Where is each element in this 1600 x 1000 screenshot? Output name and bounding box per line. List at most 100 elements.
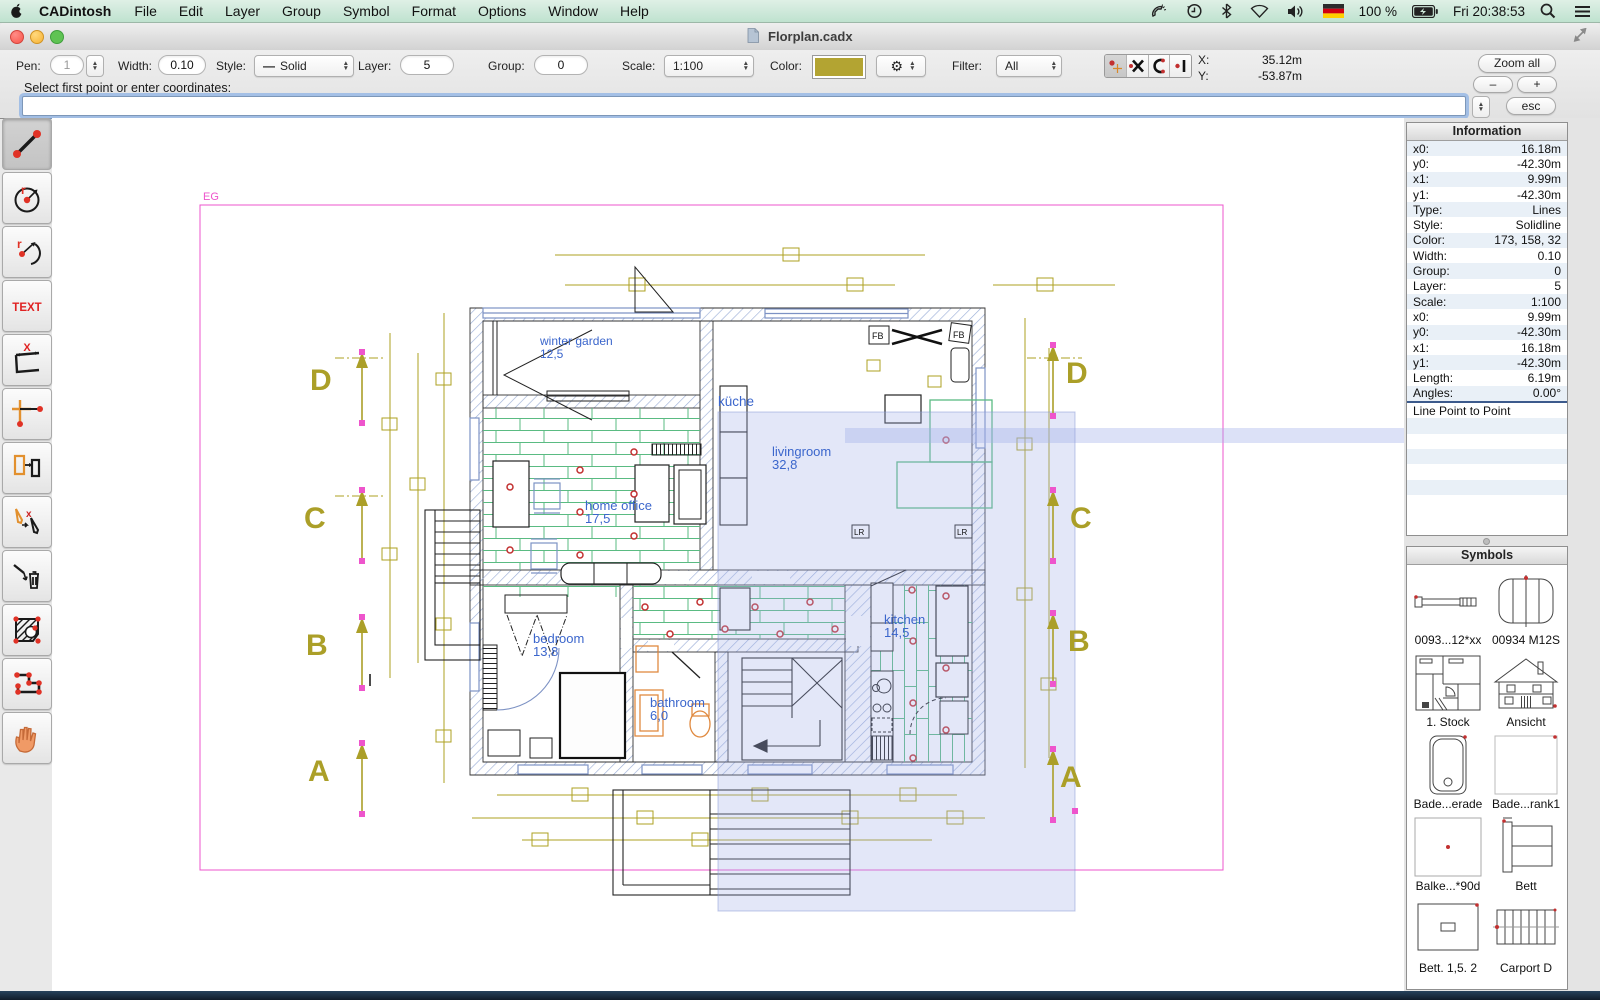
svg-text:LR: LR xyxy=(957,528,967,537)
symbol-item[interactable]: Ansicht xyxy=(1487,651,1565,730)
menu-layer[interactable]: Layer xyxy=(214,0,271,22)
menu-edit[interactable]: Edit xyxy=(168,0,214,22)
color-well[interactable] xyxy=(812,55,866,79)
tool-line[interactable] xyxy=(2,118,52,170)
pen-stepper[interactable]: ▲ ▼ xyxy=(86,55,104,77)
keyboard-flag-de-icon[interactable] xyxy=(1314,0,1353,22)
panel-resize-handle[interactable] xyxy=(1406,538,1566,545)
zoom-in-button[interactable]: + xyxy=(1517,76,1557,93)
menu-group[interactable]: Group xyxy=(271,0,332,22)
layer-field[interactable]: 5 xyxy=(400,55,454,75)
symbol-item[interactable]: 0093...12*xx xyxy=(1409,569,1487,648)
pen-field[interactable]: 1 xyxy=(50,55,84,75)
tool-mode-text: Line Point to Point xyxy=(1413,403,1511,418)
menu-help[interactable]: Help xyxy=(609,0,660,22)
info-label: Width: xyxy=(1413,248,1448,263)
bed-2-icon xyxy=(1411,897,1485,961)
coordinate-input[interactable] xyxy=(22,96,1466,116)
info-value: 0 xyxy=(1554,264,1561,279)
spotlight-icon[interactable] xyxy=(1531,0,1565,22)
menu-clock[interactable]: Fri 20:38:53 xyxy=(1447,4,1531,19)
menu-symbol[interactable]: Symbol xyxy=(332,0,401,22)
tool-circle[interactable]: r xyxy=(2,172,52,224)
tool-pan[interactable] xyxy=(2,712,52,764)
symbol-item[interactable]: Balke...*90d xyxy=(1409,815,1487,894)
info-label: Color: xyxy=(1413,233,1446,248)
snap-delete-button[interactable] xyxy=(1126,55,1149,77)
symbol-item[interactable]: Bett. 1,5. 2 xyxy=(1409,897,1487,976)
info-value: 9.99m xyxy=(1527,172,1561,187)
svg-text:32,8: 32,8 xyxy=(772,457,797,472)
fullscreen-icon[interactable] xyxy=(1573,27,1588,47)
tool-axis[interactable] xyxy=(2,388,52,440)
symbol-item[interactable]: Bett xyxy=(1487,815,1565,894)
y-coord-value: -53.87m xyxy=(1257,69,1302,83)
svg-text:B: B xyxy=(1068,625,1090,658)
tool-dimension[interactable]: X xyxy=(2,334,52,386)
symbol-item[interactable]: Bade...rank1 xyxy=(1487,733,1565,812)
zoom-out-button[interactable]: – xyxy=(1473,76,1513,93)
information-panel-title[interactable]: Information xyxy=(1407,123,1567,141)
snap-line-button[interactable] xyxy=(1170,55,1191,77)
snap-mode-segmented-control xyxy=(1104,54,1192,78)
tool-palette: r r TEXT X x xyxy=(0,118,52,766)
arc-icon: r xyxy=(17,237,41,265)
symbol-item[interactable]: Carport D xyxy=(1487,897,1565,976)
settings-gear-button[interactable]: ⚙ ▲ ▼ xyxy=(876,55,926,77)
app-menu[interactable]: CADintosh xyxy=(33,0,123,22)
info-label: Group: xyxy=(1413,264,1450,279)
bedroom-furniture xyxy=(482,594,627,760)
info-label: x1: xyxy=(1413,340,1430,355)
symbols-panel-title[interactable]: Symbols xyxy=(1407,547,1567,565)
document-icon xyxy=(747,28,763,46)
tool-delete[interactable] xyxy=(2,550,52,602)
menu-window[interactable]: Window xyxy=(537,0,609,22)
esc-button[interactable]: esc xyxy=(1506,97,1556,115)
symbol-item[interactable]: 1. Stock xyxy=(1409,651,1487,730)
info-value: -42.30m xyxy=(1516,156,1561,171)
group-field[interactable]: 0 xyxy=(534,55,588,75)
filter-dropdown[interactable]: All ▲ ▼ xyxy=(996,55,1062,77)
tool-copy[interactable] xyxy=(2,442,52,494)
tool-edit-copy[interactable]: x xyxy=(2,496,52,548)
wifi-icon[interactable] xyxy=(1241,0,1278,22)
symbol-item[interactable]: 00934 M12S xyxy=(1487,569,1565,648)
edit-copy-icon: x xyxy=(15,508,40,535)
volume-icon[interactable] xyxy=(1278,0,1314,22)
svg-text:12,5: 12,5 xyxy=(540,347,564,361)
info-label: y0: xyxy=(1413,156,1430,171)
info-value: Solidline xyxy=(1515,218,1561,233)
apple-menu[interactable] xyxy=(0,0,33,22)
svg-text:C: C xyxy=(1070,502,1092,535)
symbol-item[interactable]: Bade...erade xyxy=(1409,733,1487,812)
room-label: küche xyxy=(718,394,754,409)
menu-options[interactable]: Options xyxy=(467,0,537,22)
snap-point-button[interactable] xyxy=(1105,55,1127,77)
menu-file[interactable]: File xyxy=(123,0,168,22)
notification-center-icon[interactable] xyxy=(1565,0,1600,22)
tool-hatch[interactable] xyxy=(2,604,52,656)
battery-icon[interactable] xyxy=(1403,0,1447,22)
scale-dropdown[interactable]: 1:100 ▲ ▼ xyxy=(664,55,754,77)
nut-icon xyxy=(1489,569,1563,633)
prompt-stepper[interactable]: ▲ ▼ xyxy=(1472,96,1490,118)
svg-text:A: A xyxy=(308,755,330,788)
phone-icon[interactable] xyxy=(1142,0,1177,22)
tool-arc[interactable]: r xyxy=(2,226,52,278)
bluetooth-icon[interactable] xyxy=(1212,0,1241,22)
tool-polyline[interactable] xyxy=(2,658,52,710)
style-dropdown[interactable]: — Solid ▲ ▼ xyxy=(254,55,354,77)
blank-frame-icon xyxy=(1489,733,1563,797)
svg-text:D: D xyxy=(1066,357,1088,390)
snap-arc-button[interactable] xyxy=(1148,55,1171,77)
svg-text:FB: FB xyxy=(953,330,965,340)
bathtub-icon xyxy=(1411,733,1485,797)
menu-format[interactable]: Format xyxy=(401,0,467,22)
drawing-canvas[interactable]: EG D C B A D C B A winter garden 12,5 kü… xyxy=(52,118,1404,992)
tool-text[interactable]: TEXT xyxy=(2,280,52,332)
zoom-all-button[interactable]: Zoom all xyxy=(1478,54,1556,73)
title-bar[interactable]: Florplan.cadx xyxy=(0,22,1600,51)
group-label: Group: xyxy=(488,59,525,73)
width-field[interactable]: 0.10 xyxy=(158,55,206,75)
time-machine-icon[interactable] xyxy=(1177,0,1212,22)
